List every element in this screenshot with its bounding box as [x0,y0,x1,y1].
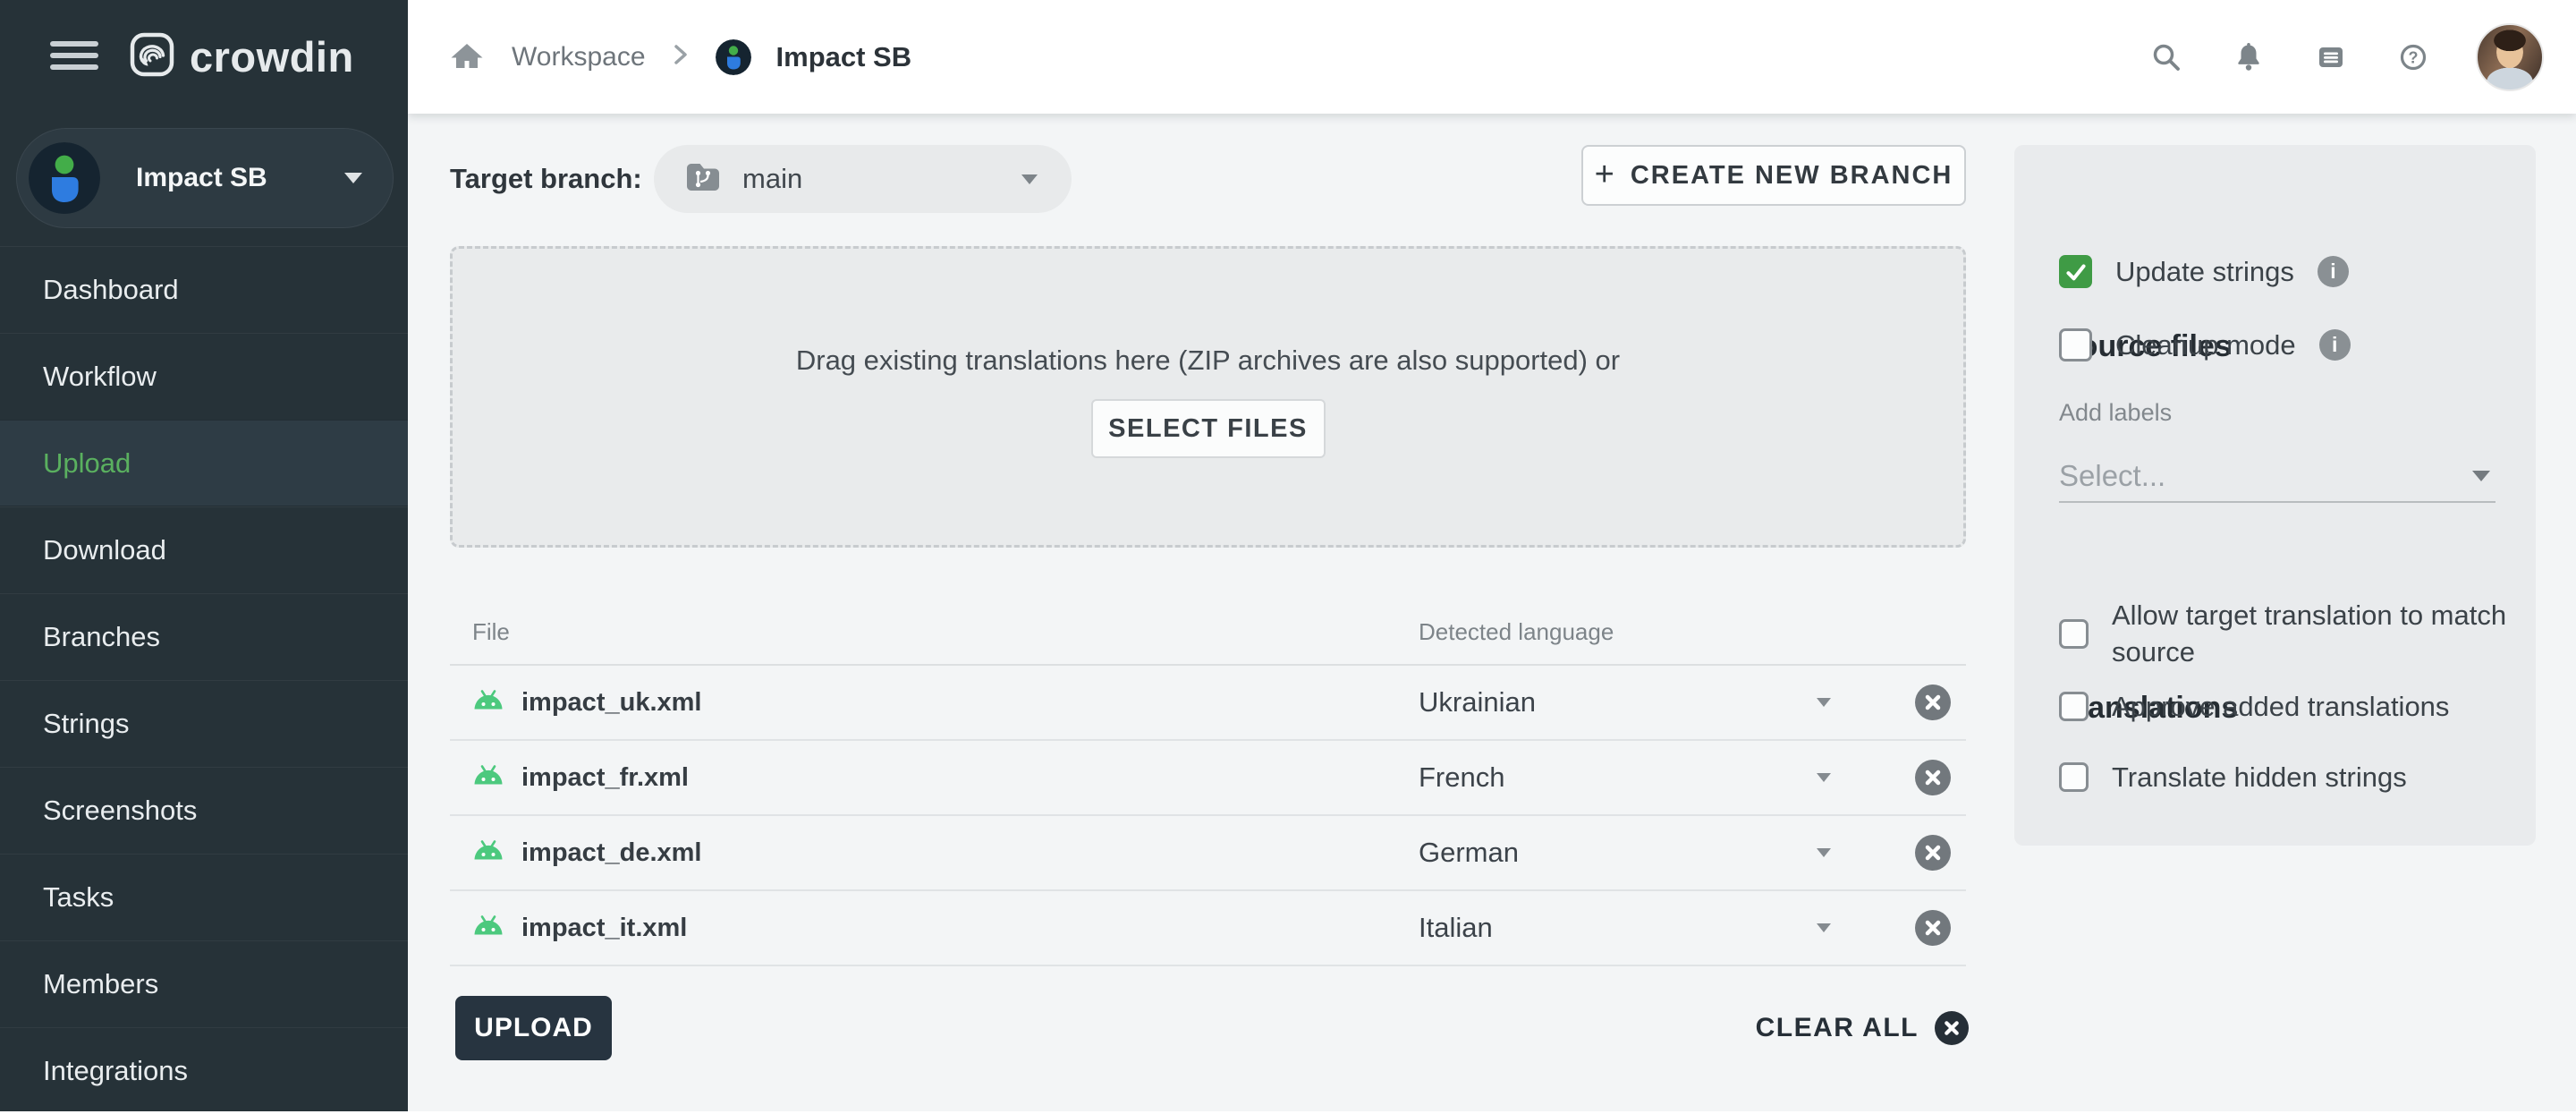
info-icon[interactable]: i [2319,329,2351,361]
info-icon[interactable]: i [2318,256,2349,287]
sidebar-item-screenshots[interactable]: Screenshots [0,767,408,854]
clear-all-button[interactable]: CLEAR ALL [1601,996,1969,1060]
sidebar-item-dashboard[interactable]: Dashboard [0,246,408,333]
hamburger-menu-icon[interactable] [50,41,98,70]
file-table-header: File Detected language [450,600,1966,666]
option-allow-match-source: Allow target translation to match source [2059,594,2532,673]
column-header-file: File [472,600,510,664]
chevron-down-icon[interactable] [1817,698,1831,707]
select-files-button[interactable]: SELECT FILES [1091,399,1326,458]
checkbox-approve-added[interactable] [2059,692,2089,721]
remove-file-button[interactable] [1915,835,1951,871]
labels-select-placeholder: Select... [2059,459,2165,493]
upload-options-panel: Source files Update strings i Cleanup mo… [2014,145,2536,846]
table-row: impact_fr.xml French [450,741,1966,816]
project-selector[interactable]: Impact SB [16,128,394,228]
file-dropzone[interactable]: Drag existing translations here (ZIP arc… [450,246,1966,548]
option-update-strings: Update strings i [2059,255,2349,288]
svg-text:?: ? [2409,48,2419,66]
breadcrumb-project-avatar [716,39,751,75]
crowdin-logo-icon [129,31,175,82]
messages-icon[interactable] [2311,38,2351,77]
topbar-actions: ? [2147,0,2544,114]
android-file-icon [472,689,504,717]
option-cleanup-mode: Cleanup mode i [2059,328,2351,361]
android-file-icon [472,764,504,792]
file-name: impact_de.xml [521,816,701,889]
checkbox-cleanup-mode[interactable] [2059,328,2092,361]
crowdin-logo[interactable]: crowdin [129,30,354,82]
sidebar-item-members[interactable]: Members [0,940,408,1027]
remove-file-button[interactable] [1915,685,1951,720]
sidebar-item-workflow[interactable]: Workflow [0,333,408,420]
language-select[interactable]: German [1419,816,1519,889]
upload-button[interactable]: UPLOAD [455,996,612,1060]
clear-all-x-icon [1935,1011,1969,1045]
android-file-icon [472,914,504,942]
chevron-down-icon [2472,471,2490,481]
target-branch-label: Target branch: [450,145,642,213]
file-name: impact_fr.xml [521,741,689,814]
add-labels-label: Add labels [2059,399,2172,427]
chevron-down-icon [1021,174,1038,184]
labels-select[interactable]: Select... [2059,450,2496,503]
chevron-down-icon[interactable] [1817,773,1831,782]
option-translate-hidden: Translate hidden strings [2059,753,2407,800]
dropzone-text: Drag existing translations here (ZIP arc… [796,342,1620,379]
checkbox-translate-hidden[interactable] [2059,762,2089,792]
file-name: impact_uk.xml [521,666,701,739]
branch-select-value: main [742,163,802,195]
checkbox-update-strings[interactable] [2059,255,2092,288]
notifications-bell-icon[interactable] [2229,38,2268,77]
column-header-detected-language: Detected language [1419,600,1614,664]
branch-folder-icon [683,159,723,200]
table-row: impact_it.xml Italian [450,891,1966,966]
chevron-down-icon[interactable] [1817,848,1831,857]
sidebar-item-strings[interactable]: Strings [0,680,408,767]
language-select[interactable]: French [1419,741,1504,814]
table-row: impact_uk.xml Ukrainian [450,666,1966,741]
create-new-branch-button[interactable]: + CREATE NEW BRANCH [1581,145,1966,206]
sidebar-item-tasks[interactable]: Tasks [0,854,408,940]
file-name: impact_it.xml [521,891,687,965]
crowdin-wordmark: crowdin [190,32,354,81]
checkbox-allow-match-source[interactable] [2059,619,2089,649]
project-selector-name: Impact SB [136,163,267,193]
language-select[interactable]: Italian [1419,891,1493,965]
branch-select[interactable]: main [654,145,1072,213]
sidebar-nav: Dashboard Workflow Upload Download Branc… [0,246,408,1114]
search-icon[interactable] [2147,38,2186,77]
project-avatar [29,142,100,214]
option-approve-added: Approve added translations [2059,683,2449,729]
help-icon[interactable]: ? [2394,38,2433,77]
android-file-icon [472,839,504,867]
sidebar: crowdin Impact SB Dashboard Workflow Upl… [0,0,408,1111]
sidebar-item-integrations[interactable]: Integrations [0,1027,408,1114]
breadcrumb-workspace[interactable]: Workspace [512,42,646,72]
breadcrumb: Workspace Impact SB [447,0,911,114]
sidebar-item-branches[interactable]: Branches [0,593,408,680]
user-avatar[interactable] [2476,23,2544,91]
sidebar-item-upload[interactable]: Upload [0,420,408,506]
chevron-right-icon [671,41,691,72]
sidebar-item-download[interactable]: Download [0,506,408,593]
breadcrumb-project[interactable]: Impact SB [776,41,912,73]
home-icon[interactable] [447,38,487,77]
topbar: Workspace Impact SB ? [408,0,2576,114]
table-row: impact_de.xml German [450,816,1966,891]
plus-icon: + [1595,157,1614,191]
language-select[interactable]: Ukrainian [1419,666,1536,739]
chevron-down-icon [344,173,362,183]
remove-file-button[interactable] [1915,760,1951,795]
chevron-down-icon[interactable] [1817,923,1831,932]
remove-file-button[interactable] [1915,910,1951,946]
